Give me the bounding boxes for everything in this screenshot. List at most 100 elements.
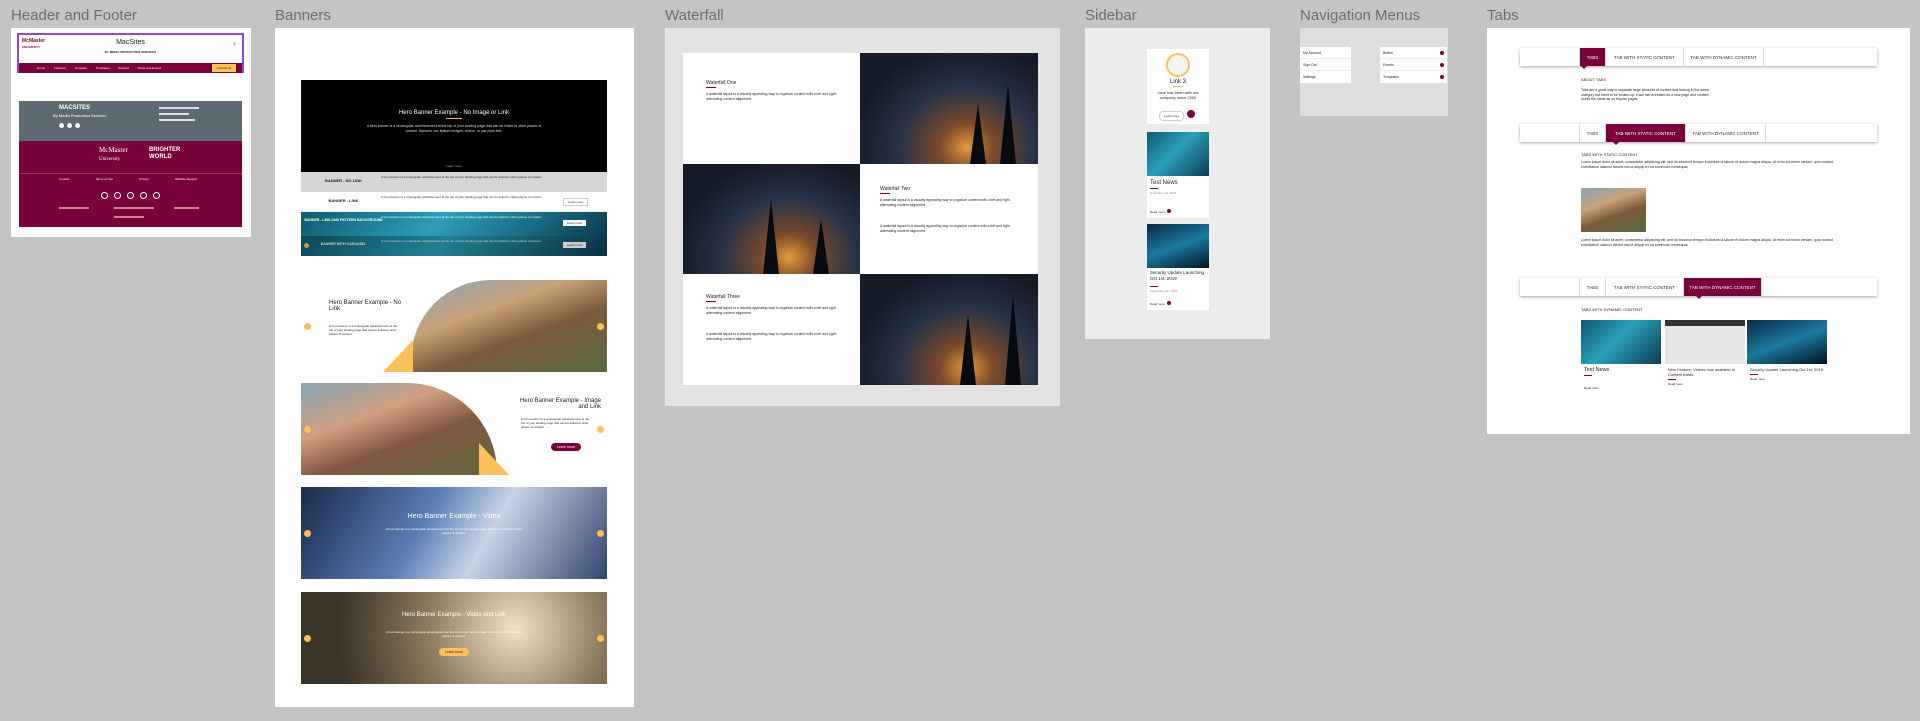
- social-icon[interactable]: [75, 123, 80, 128]
- title-underline: [706, 301, 716, 302]
- nav-menu-right: Button Events Templates: [1380, 47, 1447, 83]
- banner-row-label: BANNER WITH CAROUSEL: [320, 242, 367, 246]
- carousel-prev-icon[interactable]: [304, 323, 311, 330]
- footer-link[interactable]: Contact: [59, 177, 69, 181]
- footer-link[interactable]: Privacy: [139, 177, 149, 181]
- tab-tabs[interactable]: TABS: [1580, 48, 1606, 66]
- nav-item-news[interactable]: News and Events: [138, 66, 161, 70]
- tab-static[interactable]: TAB WITH STATIC CONTENT: [1606, 48, 1684, 66]
- tab-tabs[interactable]: TABS: [1580, 124, 1606, 142]
- footer-copyright: [114, 216, 144, 218]
- footer-social: [59, 123, 80, 128]
- tab-static[interactable]: TAB WITH STATIC CONTENT: [1606, 278, 1684, 296]
- title-underline: [880, 193, 890, 194]
- facebook-icon[interactable]: [101, 192, 108, 199]
- footer-divider: [19, 173, 242, 174]
- nav-menu-item[interactable]: Events: [1380, 59, 1447, 71]
- social-icon[interactable]: [59, 123, 64, 128]
- news-title: Security Update Launching Oct 1st, 2019: [1150, 270, 1205, 281]
- tab-dynamic[interactable]: TAB WITH DYNAMIC CONTENT: [1686, 124, 1766, 142]
- carousel-prev-icon[interactable]: [304, 635, 311, 642]
- arrow-right-icon[interactable]: [1167, 301, 1171, 305]
- banner-row-button[interactable]: Learn more: [563, 242, 587, 248]
- sidebar-news-card[interactable]: Security Update Launching Oct 1st, 2019 …: [1147, 224, 1209, 310]
- tab-content-heading: ABOUT TABS: [1581, 77, 1606, 82]
- active-tab-pointer: [1613, 142, 1619, 145]
- nav-menus-board: My Account Sign Out Settings Button Even…: [1300, 28, 1448, 116]
- dynamic-news-card[interactable]: New Feature: Videos now available in Con…: [1665, 320, 1745, 395]
- waterfall-title: Waterfall One: [706, 80, 737, 86]
- nav-menu-item[interactable]: Sign Out: [1300, 59, 1351, 71]
- footer-link[interactable]: Website Support: [175, 177, 197, 181]
- instagram-icon[interactable]: [127, 192, 134, 199]
- youtube-icon[interactable]: [140, 192, 147, 199]
- tab-static[interactable]: TAB WITH STATIC CONTENT: [1606, 124, 1686, 142]
- hero-banner-body: A hero banner is a rectangular advertise…: [521, 417, 590, 429]
- tab-content-heading: TABS WITH STATIC CONTENT: [1581, 152, 1638, 157]
- banner-row-button[interactable]: Learn more: [563, 198, 589, 206]
- footer-address: [159, 119, 195, 121]
- hero-banner-button[interactable]: Learn more: [551, 443, 581, 451]
- profile-button[interactable]: Learn more: [1159, 111, 1185, 121]
- banner-row-pattern[interactable]: BANNER - LINK AND PATTERN BACKGROUND A h…: [301, 212, 607, 236]
- avatar-icon: [1166, 53, 1190, 77]
- news-image: [1747, 320, 1827, 364]
- hero-banner-button[interactable]: Learn more: [439, 648, 469, 656]
- news-read-more[interactable]: Read more: [1668, 382, 1745, 386]
- nav-menu-item[interactable]: Templates: [1380, 71, 1447, 83]
- arrow-right-icon[interactable]: [1187, 110, 1195, 118]
- waterfall-body: A waterfall layout is a visually appeali…: [880, 224, 1010, 233]
- news-image: [1665, 320, 1745, 364]
- section-title-banners: Banners: [275, 7, 331, 24]
- hero-banner-title: Hero Banner Example - No Image or Link: [398, 110, 510, 116]
- news-read-more[interactable]: Read more: [1750, 377, 1827, 381]
- tab-dynamic[interactable]: TAB WITH DYNAMIC CONTENT: [1684, 278, 1762, 296]
- news-read-more[interactable]: Read more: [1150, 302, 1165, 306]
- dynamic-news-card[interactable]: Security Update Launching Oct 1st, 2019 …: [1747, 320, 1827, 395]
- carousel-prev-icon[interactable]: [304, 243, 309, 248]
- nav-menu-item[interactable]: Settings: [1300, 71, 1351, 83]
- carousel-next-icon[interactable]: [597, 323, 604, 330]
- tab-content-image: [1581, 188, 1646, 232]
- news-date: September 30, 2019: [1150, 289, 1178, 293]
- banner-row-button[interactable]: Learn more: [563, 220, 587, 226]
- dynamic-news-card[interactable]: Test News Read more: [1581, 320, 1661, 395]
- news-read-more[interactable]: Read more: [1150, 210, 1165, 214]
- waterfall-body: A waterfall layout is a visually appeali…: [706, 332, 836, 341]
- nav-menu-item[interactable]: My Account: [1300, 47, 1351, 59]
- carousel-next-icon[interactable]: [597, 426, 604, 433]
- nav-item-contacts[interactable]: Contacts: [75, 66, 87, 70]
- footer-link[interactable]: Terms of Use: [95, 177, 113, 181]
- social-icon[interactable]: [67, 123, 72, 128]
- nav-item-features[interactable]: Features: [54, 66, 66, 70]
- sidebar-profile-card: Link 3 Jane has been with our company si…: [1147, 49, 1209, 124]
- nav-menu-item[interactable]: Button: [1380, 47, 1447, 59]
- nav-item-home[interactable]: Home: [37, 66, 45, 70]
- hero-banner-more[interactable]: Learn more: [301, 164, 607, 168]
- carousel-prev-icon[interactable]: [304, 530, 311, 537]
- nav-contact-button[interactable]: Contact us: [211, 64, 236, 72]
- waterfall-image-2: [683, 164, 860, 274]
- nav-item-support[interactable]: Support: [118, 66, 129, 70]
- news-title: Test News: [1150, 180, 1178, 186]
- carousel-next-icon[interactable]: [597, 635, 604, 642]
- footer-contact-text: [174, 207, 199, 209]
- twitter-icon[interactable]: [114, 192, 121, 199]
- waterfall-text-2: Waterfall Two A waterfall layout is a vi…: [860, 164, 1038, 274]
- tab-dynamic[interactable]: TAB WITH DYNAMIC CONTENT: [1684, 48, 1764, 66]
- sidebar-news-card[interactable]: Test News November 10, 2021 Read more: [1147, 132, 1209, 218]
- footer-logo[interactable]: McMaster University: [99, 146, 128, 162]
- news-read-more[interactable]: Read more: [1584, 386, 1661, 390]
- search-icon[interactable]: ⌕: [233, 41, 236, 47]
- tab-tabs[interactable]: TABS: [1580, 278, 1606, 296]
- nav-item-templates[interactable]: Templates: [96, 66, 110, 70]
- linkedin-icon[interactable]: [153, 192, 160, 199]
- carousel-prev-icon[interactable]: [304, 426, 311, 433]
- banner-row-link[interactable]: BANNER - LINK A hero banner is a rectang…: [301, 192, 607, 212]
- carousel-next-icon[interactable]: [597, 530, 604, 537]
- waterfall-board: Waterfall One A waterfall layout is a vi…: [665, 28, 1060, 406]
- header-nav: Home Features Contacts Templates Support…: [19, 63, 242, 73]
- hero-banner-video-link: Hero Banner Example - Video and Link A h…: [301, 592, 607, 684]
- banner-row-carousel[interactable]: BANNER WITH CAROUSEL A hero banner is a …: [301, 236, 607, 256]
- arrow-right-icon[interactable]: [1167, 209, 1171, 213]
